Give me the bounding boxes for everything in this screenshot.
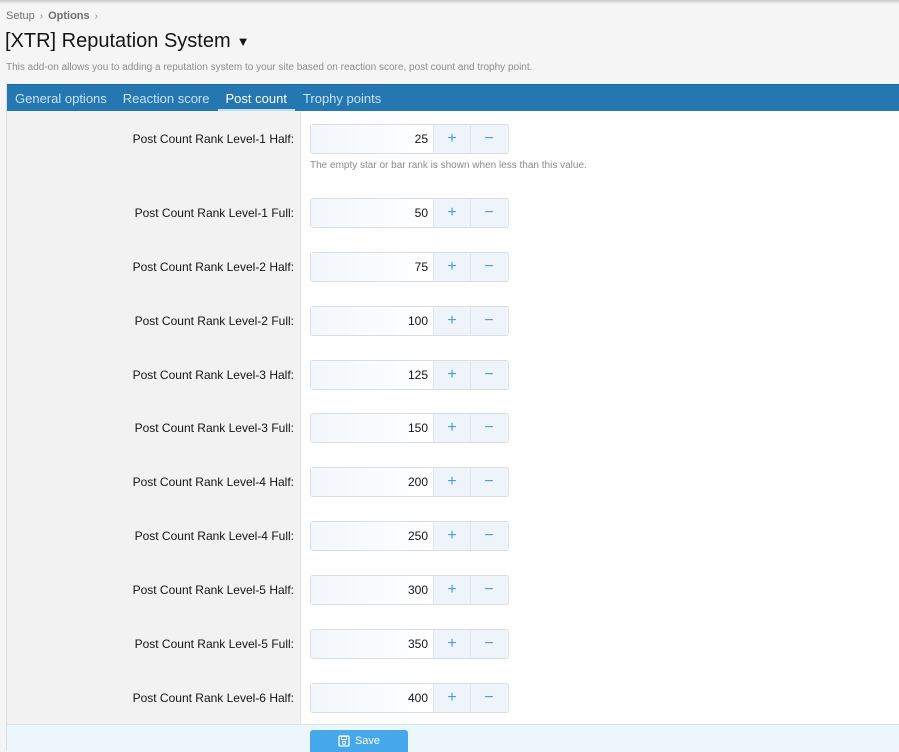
decrement-button[interactable]: − xyxy=(471,414,507,442)
number-input[interactable]: 400 xyxy=(311,684,434,712)
field-label: Post Count Rank Level-5 Full: xyxy=(134,637,294,651)
field-label: Post Count Rank Level-1 Full: xyxy=(134,206,294,220)
form-row: Post Count Rank Level-3 Half: 125 + − xyxy=(7,360,899,390)
form-row: Post Count Rank Level-5 Half: 300 + − xyxy=(7,575,899,605)
chevron-right-icon: › xyxy=(94,10,98,22)
page-description: This add-on allows you to adding a reput… xyxy=(6,62,533,73)
save-label: Save xyxy=(354,735,381,747)
form-row: Post Count Rank Level-2 Full: 100 + − xyxy=(7,306,899,336)
form-body: Post Count Rank Level-1 Half: 25 + − The… xyxy=(7,111,899,725)
save-icon xyxy=(338,735,350,747)
number-stepper: 125 + − xyxy=(310,360,509,390)
field-label: Post Count Rank Level-3 Full: xyxy=(134,421,294,435)
field-label: Post Count Rank Level-2 Half: xyxy=(132,260,294,274)
field-label: Post Count Rank Level-2 Full: xyxy=(134,314,294,328)
top-shadow xyxy=(0,0,899,4)
tab-reaction-score[interactable]: Reaction score xyxy=(115,85,218,111)
field-label: Post Count Rank Level-3 Half: xyxy=(132,368,294,382)
decrement-button[interactable]: − xyxy=(471,253,507,281)
form-row: Post Count Rank Level-2 Half: 75 + − xyxy=(7,252,899,282)
decrement-button[interactable]: − xyxy=(471,199,507,227)
number-input[interactable]: 300 xyxy=(311,576,434,604)
form-row: Post Count Rank Level-4 Half: 200 + − xyxy=(7,467,899,497)
number-input[interactable]: 125 xyxy=(311,361,434,389)
form-row: Post Count Rank Level-1 Full: 50 + − xyxy=(7,198,899,228)
increment-button[interactable]: + xyxy=(434,253,471,281)
form-row: Post Count Rank Level-1 Half: 25 + − The… xyxy=(7,124,899,171)
decrement-button[interactable]: − xyxy=(471,468,507,496)
field-label: Post Count Rank Level-5 Half: xyxy=(132,583,294,597)
decrement-button[interactable]: − xyxy=(471,576,507,604)
options-panel: General options Reaction score Post coun… xyxy=(6,84,899,752)
increment-button[interactable]: + xyxy=(434,414,471,442)
increment-button[interactable]: + xyxy=(434,684,471,712)
increment-button[interactable]: + xyxy=(434,576,471,604)
number-stepper: 150 + − xyxy=(310,413,509,443)
field-hint: The empty star or bar rank is shown when… xyxy=(310,160,587,171)
number-input[interactable]: 50 xyxy=(311,199,434,227)
increment-button[interactable]: + xyxy=(434,522,471,550)
number-stepper: 300 + − xyxy=(310,575,509,605)
number-stepper: 250 + − xyxy=(310,521,509,551)
caret-down-icon[interactable]: ▼ xyxy=(237,34,250,49)
page-title-text: [XTR] Reputation System xyxy=(5,30,231,52)
number-stepper: 200 + − xyxy=(310,467,509,497)
decrement-button[interactable]: − xyxy=(471,684,507,712)
number-input[interactable]: 100 xyxy=(311,307,434,335)
increment-button[interactable]: + xyxy=(434,630,471,658)
number-input[interactable]: 250 xyxy=(311,522,434,550)
chevron-right-icon: › xyxy=(39,10,44,22)
tab-trophy-points[interactable]: Trophy points xyxy=(295,85,389,111)
decrement-button[interactable]: − xyxy=(471,125,507,153)
form-row: Post Count Rank Level-5 Full: 350 + − xyxy=(7,629,899,659)
tab-bar: General options Reaction score Post coun… xyxy=(7,84,899,111)
field-label: Post Count Rank Level-4 Full: xyxy=(134,529,294,543)
field-label: Post Count Rank Level-1 Half: xyxy=(132,132,294,146)
tab-post-count[interactable]: Post count xyxy=(217,85,296,111)
number-stepper: 25 + − xyxy=(310,124,509,154)
number-input[interactable]: 150 xyxy=(311,414,434,442)
number-input[interactable]: 25 xyxy=(311,125,434,153)
decrement-button[interactable]: − xyxy=(471,307,507,335)
increment-button[interactable]: + xyxy=(434,307,471,335)
number-input[interactable]: 75 xyxy=(311,253,434,281)
breadcrumb: Setup › Options › xyxy=(6,10,98,22)
decrement-button[interactable]: − xyxy=(471,630,507,658)
decrement-button[interactable]: − xyxy=(471,522,507,550)
save-button[interactable]: Save xyxy=(310,730,408,752)
number-stepper: 50 + − xyxy=(310,198,509,228)
increment-button[interactable]: + xyxy=(434,468,471,496)
breadcrumb-options[interactable]: Options xyxy=(48,10,90,22)
increment-button[interactable]: + xyxy=(434,125,471,153)
number-stepper: 350 + − xyxy=(310,629,509,659)
field-label: Post Count Rank Level-6 Half: xyxy=(132,691,294,705)
number-input[interactable]: 350 xyxy=(311,630,434,658)
form-row: Post Count Rank Level-6 Half: 400 + − xyxy=(7,683,899,713)
page-title: [XTR] Reputation System ▼ xyxy=(5,30,250,53)
number-input[interactable]: 200 xyxy=(311,468,434,496)
increment-button[interactable]: + xyxy=(434,361,471,389)
form-row: Post Count Rank Level-3 Full: 150 + − xyxy=(7,413,899,443)
breadcrumb-setup[interactable]: Setup xyxy=(6,10,35,22)
field-label: Post Count Rank Level-4 Half: xyxy=(132,475,294,489)
increment-button[interactable]: + xyxy=(434,199,471,227)
number-stepper: 100 + − xyxy=(310,306,509,336)
number-stepper: 400 + − xyxy=(310,683,509,713)
number-stepper: 75 + − xyxy=(310,252,509,282)
form-footer: Save xyxy=(7,724,899,752)
decrement-button[interactable]: − xyxy=(471,361,507,389)
tab-general-options[interactable]: General options xyxy=(7,85,115,111)
form-row: Post Count Rank Level-4 Full: 250 + − xyxy=(7,521,899,551)
